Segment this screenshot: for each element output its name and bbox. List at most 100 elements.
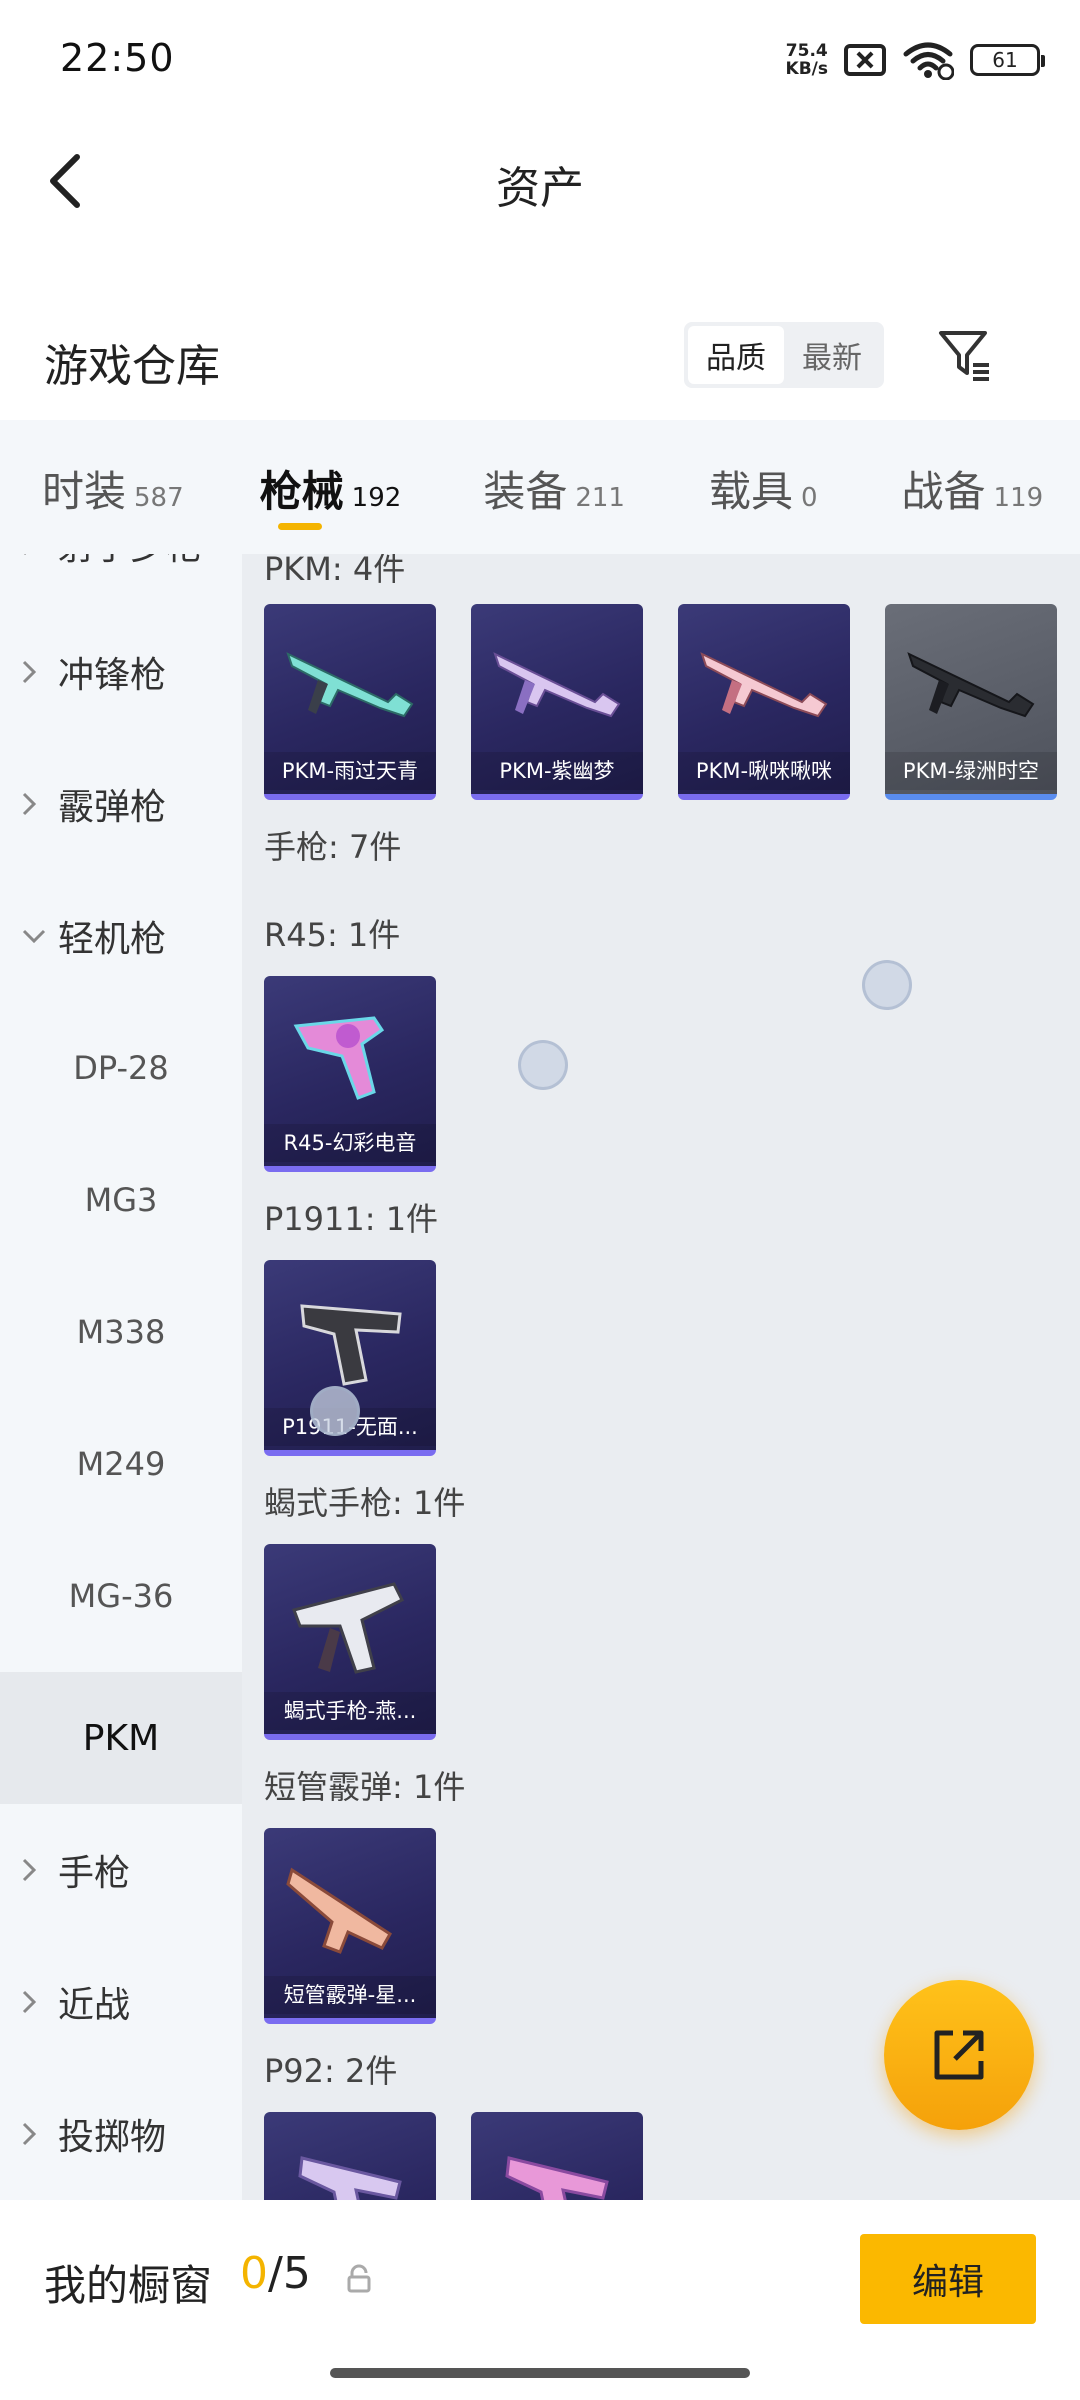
net-speed-value: 75.4 <box>785 41 828 61</box>
item-grid: PKM: 4件 PKM-雨过天青 PKM-紫幽梦 PKM-啾咪啾咪 PKM-绿洲… <box>242 554 1080 2200</box>
sidebar-item-label: 射手步枪 <box>58 554 202 570</box>
sidebar-item-label: 近战 <box>58 1985 131 2026</box>
tab-fashion[interactable]: 时装 587 <box>42 420 184 554</box>
group-label-sawed-off: 短管霰弹: 1件 <box>264 1768 466 1806</box>
sort-toggle: 品质 最新 <box>684 322 884 388</box>
item-card[interactable]: R45-幻彩电音 <box>264 976 436 1172</box>
status-bar: 22:50 75.4 KB/s 61 <box>0 0 1080 120</box>
weapon-category-sidebar: 射手步枪 冲锋枪 霰弹枪 轻机枪 DP-28 MG3 M338 M249 MG-… <box>0 554 242 2200</box>
machine-gun-icon <box>286 652 414 718</box>
chevron-right-icon <box>22 660 50 684</box>
filter-icon <box>939 331 989 381</box>
status-time: 22:50 <box>60 36 175 80</box>
group-label-p92: P92: 2件 <box>264 2052 398 2090</box>
app-header: 资产 <box>0 120 1080 240</box>
item-name: PKM-紫幽梦 <box>471 752 643 790</box>
tab-count: 192 <box>351 483 402 513</box>
item-name: PKM-雨过天青 <box>264 752 436 790</box>
warehouse-title: 游戏仓库 <box>44 341 220 392</box>
pistol-icon <box>300 1304 402 1386</box>
item-card[interactable]: 蝎式手枪-燕... <box>264 1544 436 1740</box>
item-card[interactable]: PKM-雨过天青 <box>264 604 436 800</box>
tab-vehicles[interactable]: 载具 0 <box>709 420 818 554</box>
pistol-icon <box>505 2156 609 2200</box>
net-speed: 75.4 KB/s <box>786 42 828 78</box>
item-card[interactable]: PKM-绿洲时空 <box>885 604 1057 800</box>
sort-quality-button[interactable]: 品质 <box>688 326 784 384</box>
page-title: 资产 <box>496 163 584 214</box>
battery-level: 61 <box>992 48 1018 72</box>
machine-gun-icon <box>907 652 1035 718</box>
shotgun-icon <box>286 1867 393 1954</box>
tab-label: 载具 <box>708 467 793 516</box>
showcase-total: /5 <box>268 2248 311 2299</box>
tab-label: 枪械 <box>259 467 344 516</box>
edit-button[interactable]: 编辑 <box>860 2234 1036 2324</box>
sidebar-subitem-pkm[interactable]: PKM <box>0 1672 242 1804</box>
revolver-icon <box>293 1016 385 1100</box>
sim-disabled-icon <box>844 44 886 76</box>
filter-button[interactable] <box>930 320 1000 390</box>
group-label-pkm: PKM: 4件 <box>264 554 406 588</box>
chevron-right-icon <box>22 1990 50 2014</box>
sidebar-item-melee[interactable]: 近战 <box>0 1936 242 2068</box>
item-name: PKM-绿洲时空 <box>885 752 1057 790</box>
tab-count: 0 <box>800 483 818 513</box>
tab-label: 时装 <box>42 467 127 516</box>
group-label-p1911: P1911: 1件 <box>264 1200 439 1238</box>
showcase-count: 0/5 <box>240 2248 311 2299</box>
chevron-right-icon <box>22 554 50 556</box>
chevron-right-icon <box>22 2122 50 2146</box>
item-card[interactable]: PKM-啾咪啾咪 <box>678 604 850 800</box>
sort-newest-button[interactable]: 最新 <box>784 326 880 384</box>
showcase-current: 0 <box>240 2248 268 2299</box>
item-name: 蝎式手枪-燕... <box>264 1692 436 1730</box>
sidebar-item-smg[interactable]: 冲锋枪 <box>0 606 242 738</box>
tab-active-indicator <box>278 523 323 530</box>
chevron-right-icon <box>22 1858 50 1882</box>
sidebar-item-shotgun[interactable]: 霰弹枪 <box>0 738 242 870</box>
tab-count: 119 <box>993 483 1044 513</box>
battery-icon: 61 <box>970 44 1045 76</box>
chevron-right-icon <box>22 792 50 816</box>
share-external-icon <box>934 2030 984 2080</box>
item-card[interactable]: PKM-紫幽梦 <box>471 604 643 800</box>
item-name: 短管霰弹-星... <box>264 1976 436 2014</box>
item-card[interactable] <box>264 2112 436 2200</box>
group-label-scorpion-pistol: 蝎式手枪: 1件 <box>264 1484 466 1522</box>
sidebar-subitem-m338[interactable]: M338 <box>0 1266 242 1398</box>
sidebar-item-label: 霰弹枪 <box>58 787 167 828</box>
sidebar-item-throwables[interactable]: 投掷物 <box>0 2068 242 2200</box>
item-card[interactable]: 短管霰弹-星... <box>264 1828 436 2024</box>
item-name: PKM-啾咪啾咪 <box>678 752 850 790</box>
smg-pistol-icon <box>292 1582 405 1674</box>
net-speed-unit: KB/s <box>785 59 828 79</box>
machine-gun-icon <box>493 652 621 718</box>
sidebar-item-pistol[interactable]: 手枪 <box>0 1804 242 1936</box>
tab-combat-supplies[interactable]: 战备 119 <box>902 420 1044 554</box>
tab-label: 装备 <box>483 467 568 516</box>
sidebar-subitem-mg36[interactable]: MG-36 <box>0 1530 242 1662</box>
sidebar-subitem-mg3[interactable]: MG3 <box>0 1134 242 1266</box>
pistol-icon <box>298 2156 402 2200</box>
chevron-down-icon <box>22 929 50 943</box>
sidebar-item-label: 轻机枪 <box>58 919 167 960</box>
item-card[interactable] <box>471 2112 643 2200</box>
wifi-icon <box>903 42 954 80</box>
home-indicator[interactable] <box>330 2368 750 2378</box>
tab-equipment[interactable]: 装备 211 <box>483 420 625 554</box>
sidebar-item-lmg[interactable]: 轻机枪 <box>0 870 242 1002</box>
warehouse-row: 游戏仓库 品质 最新 <box>0 300 1080 410</box>
sidebar-item-marksman-rifle[interactable]: 射手步枪 <box>0 554 242 610</box>
group-label-pistol: 手枪: 7件 <box>264 828 402 866</box>
touch-indicator <box>310 1386 360 1436</box>
lock-icon <box>347 2264 371 2293</box>
share-button[interactable] <box>884 1980 1034 2130</box>
sidebar-subitem-m249[interactable]: M249 <box>0 1398 242 1530</box>
group-label-r45: R45: 1件 <box>264 916 401 954</box>
touch-indicator <box>862 960 912 1010</box>
sidebar-subitem-dp28[interactable]: DP-28 <box>0 1002 242 1134</box>
tab-firearms[interactable]: 枪械 192 <box>259 420 402 554</box>
status-icons: 75.4 KB/s 61 <box>786 36 1045 84</box>
tab-count: 587 <box>134 483 184 513</box>
